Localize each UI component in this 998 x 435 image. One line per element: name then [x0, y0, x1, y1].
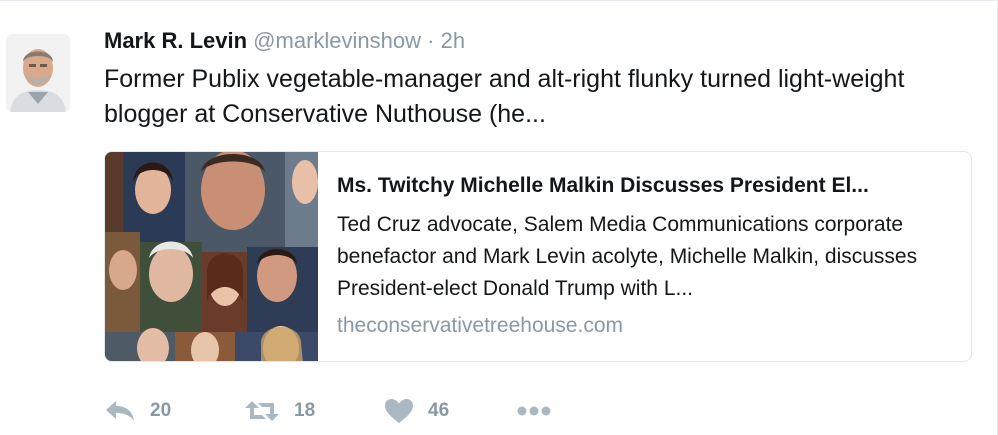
reply-icon: [104, 399, 136, 423]
avatar[interactable]: [6, 34, 70, 112]
link-card[interactable]: Ms. Twitchy Michelle Malkin Discusses Pr…: [104, 151, 972, 362]
avatar-image: [6, 34, 70, 112]
faces-collage-image: [105, 152, 318, 361]
tweet-text: Former Publix vegetable-manager and alt-…: [104, 65, 905, 128]
reply-button[interactable]: 20: [104, 394, 171, 428]
author-handle[interactable]: @marklevinshow: [253, 28, 421, 53]
reply-count: 20: [150, 400, 172, 421]
retweet-count: 18: [294, 400, 316, 421]
like-button[interactable]: 46: [384, 394, 449, 428]
separator-dot: ·: [427, 28, 435, 53]
more-button[interactable]: [516, 394, 552, 428]
like-count: 46: [428, 400, 450, 421]
card-image: [105, 152, 318, 361]
tweet-header: Mark R. Levin @marklevinshow · 2h: [104, 27, 465, 55]
card-domain[interactable]: theconservativetreehouse.com: [337, 311, 623, 341]
card-description: Ted Cruz advocate, Salem Media Communica…: [337, 213, 918, 300]
tweet[interactable]: Mark R. Levin @marklevinshow · 2h Former…: [0, 0, 998, 435]
more-dots-icon: [516, 405, 552, 417]
heart-icon: [384, 398, 414, 424]
retweet-icon: [244, 399, 280, 423]
tweet-timestamp[interactable]: 2h: [441, 28, 465, 53]
author-name[interactable]: Mark R. Levin: [104, 28, 247, 53]
card-title[interactable]: Ms. Twitchy Michelle Malkin Discusses Pr…: [337, 171, 957, 201]
retweet-button[interactable]: 18: [244, 394, 315, 428]
